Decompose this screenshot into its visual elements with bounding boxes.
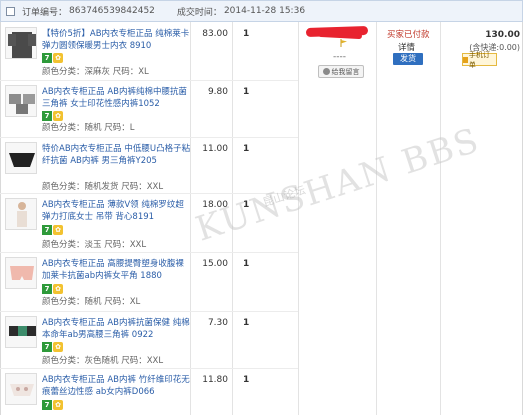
product-title[interactable]: AB内衣专柜正品 薄款V领 纯棉罗纹超弹力打底女士 吊带 背心8191 bbox=[42, 199, 192, 223]
service-badges: 7 ✿ bbox=[42, 400, 63, 410]
guarantee-icon: ✿ bbox=[53, 225, 63, 235]
quantity: 1 bbox=[243, 29, 250, 39]
product-attributes: 颜色分类：深麻灰 尺码：XL bbox=[42, 67, 149, 77]
product-thumbnail[interactable] bbox=[5, 373, 37, 405]
quantity: 1 bbox=[243, 375, 250, 385]
order-number-label: 订单编号： bbox=[22, 7, 68, 18]
service-badges: 7 ✿ bbox=[42, 225, 63, 235]
order-status: 买家已付款 bbox=[387, 30, 430, 40]
product-thumbnail[interactable] bbox=[5, 257, 37, 289]
unit-price: 9.80 bbox=[207, 87, 228, 97]
product-title[interactable]: AB内衣专柜正品 高腰提臀塑身收腹裸加莱卡抗菌ab内裤女平角 1880 bbox=[42, 258, 192, 282]
order-total: 130.00 bbox=[485, 30, 520, 40]
service-badges: 7 ✿ bbox=[42, 111, 63, 121]
service-badges: 7 ✿ bbox=[42, 284, 63, 294]
seven-day-return-icon: 7 bbox=[42, 225, 52, 235]
product-thumbnail[interactable] bbox=[5, 316, 37, 348]
detail-link[interactable]: 详情 bbox=[398, 41, 415, 53]
product-title[interactable]: AB内衣专柜正品 AB内裤 竹纤维印花无痕蕾丝边性感 ab女内裤D066 bbox=[42, 374, 192, 398]
service-badges: 7 ✿ bbox=[42, 53, 63, 63]
unit-price: 83.00 bbox=[202, 29, 228, 39]
guarantee-icon: ✿ bbox=[53, 53, 63, 63]
unit-price: 7.30 bbox=[207, 318, 228, 328]
product-attributes: 颜色分类：随机 尺码：XL bbox=[42, 297, 141, 307]
product-title[interactable]: AB内衣专柜正品 AB内裤纯棉中腰抗菌三角裤 女士印花性感内裤1052 bbox=[42, 86, 192, 110]
product-thumbnail[interactable] bbox=[5, 85, 37, 117]
seven-day-return-icon: 7 bbox=[42, 342, 52, 352]
mobile-order-label: 手机订单 bbox=[468, 50, 490, 69]
product-title[interactable]: 特价AB内衣专柜正品 中低腰U凸格子粘纤抗菌 AB内裤 男三角裤Y205 bbox=[42, 143, 192, 167]
chat-icon bbox=[322, 68, 330, 75]
ship-button[interactable]: 发货 bbox=[393, 53, 423, 65]
product-title[interactable]: AB内衣专柜正品 AB内裤抗菌保健 纯棉本命年ab男高腰三角裤 0922 bbox=[42, 317, 192, 341]
order-header: 订单编号： 863746539842452 成交时间： 2014-11-28 1… bbox=[0, 0, 523, 22]
message-button-label: 给我留言 bbox=[331, 67, 360, 76]
order-item: AB内衣专柜正品 高腰提臀塑身收腹裸加莱卡抗菌ab内裤女平角 1880 7 ✿ … bbox=[0, 253, 298, 311]
column-divider bbox=[440, 22, 441, 415]
product-thumbnail[interactable] bbox=[5, 198, 37, 230]
product-attributes: 颜色分类：灰色随机 尺码：XXL bbox=[42, 356, 164, 366]
order-item: 【特价5折】AB内衣专柜正品 纯棉莱卡弹力圆领保暖男士内衣 8910 7 ✿ 颜… bbox=[0, 23, 298, 80]
order-item: AB内衣专柜正品 AB内裤纯棉中腰抗菌三角裤 女士印花性感内裤1052 7 ✿ … bbox=[0, 81, 298, 137]
deal-time-label: 成交时间： bbox=[176, 7, 222, 18]
quantity: 1 bbox=[243, 87, 250, 97]
column-divider bbox=[376, 22, 377, 415]
order-item: AB内衣专柜正品 AB内裤抗菌保健 纯棉本命年ab男高腰三角裤 0922 7 ✿… bbox=[0, 312, 298, 368]
product-thumbnail[interactable] bbox=[5, 142, 37, 174]
guarantee-icon: ✿ bbox=[53, 284, 63, 294]
flag-icon[interactable] bbox=[340, 39, 348, 47]
buyer-placeholder: ---- bbox=[333, 52, 346, 62]
quantity: 1 bbox=[243, 259, 250, 269]
order-item: 特价AB内衣专柜正品 中低腰U凸格子粘纤抗菌 AB内裤 男三角裤Y205 颜色分… bbox=[0, 138, 298, 193]
product-attributes: 颜色分类：随机 尺码：L bbox=[42, 123, 135, 133]
deal-time: 2014-11-28 15:36 bbox=[223, 6, 306, 16]
unit-price: 11.80 bbox=[202, 375, 228, 385]
order-checkbox[interactable] bbox=[6, 6, 15, 16]
unit-price: 15.00 bbox=[202, 259, 228, 269]
seven-day-return-icon: 7 bbox=[42, 284, 52, 294]
order-item: AB内衣专柜正品 AB内裤 竹纤维印花无痕蕾丝边性感 ab女内裤D066 7 ✿… bbox=[0, 369, 298, 415]
quantity: 1 bbox=[243, 318, 250, 328]
order-number: 863746539842452 bbox=[69, 6, 155, 16]
unit-price: 11.00 bbox=[202, 144, 228, 154]
guarantee-icon: ✿ bbox=[53, 111, 63, 121]
seven-day-return-icon: 7 bbox=[42, 53, 52, 63]
guarantee-icon: ✿ bbox=[53, 400, 63, 410]
guarantee-icon: ✿ bbox=[53, 342, 63, 352]
phone-icon bbox=[463, 56, 468, 63]
product-title[interactable]: 【特价5折】AB内衣专柜正品 纯棉莱卡弹力圆领保暖男士内衣 8910 bbox=[42, 28, 192, 52]
product-thumbnail[interactable] bbox=[5, 27, 37, 59]
product-attributes: 颜色分类：淡玉 尺码：XXL bbox=[42, 240, 147, 250]
product-attributes: 颜色分类：随机发货 尺码：XXL bbox=[42, 182, 164, 192]
seven-day-return-icon: 7 bbox=[42, 400, 52, 410]
service-badges: 7 ✿ bbox=[42, 342, 63, 352]
message-button[interactable]: 给我留言 bbox=[318, 65, 364, 78]
seven-day-return-icon: 7 bbox=[42, 111, 52, 121]
quantity: 1 bbox=[243, 144, 250, 154]
mobile-order-badge[interactable]: 手机订单 bbox=[462, 51, 497, 69]
